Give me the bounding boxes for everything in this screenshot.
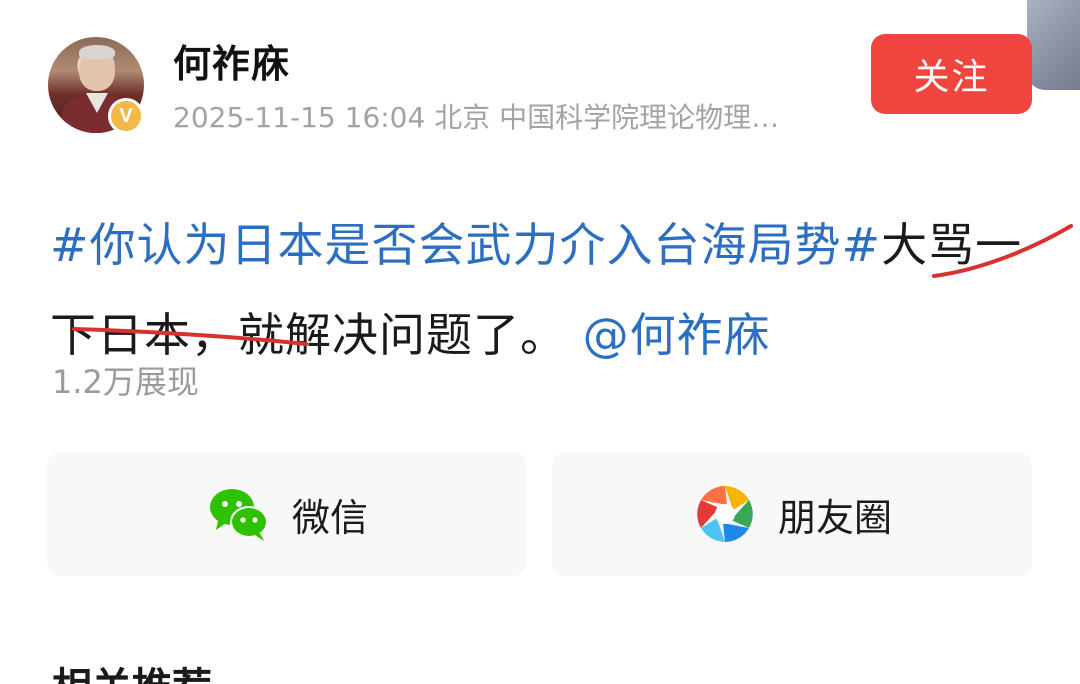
related-recommendations-heading: 相关推荐 [52,664,212,684]
share-wechat-button[interactable]: 微信 [47,452,527,576]
post-text: #你认为日本是否会武力介入台海局势#大骂一下日本，就解决问题了。 @何祚庥 [50,200,1040,380]
avatar-hair [79,45,115,59]
verified-icon: V [108,98,144,134]
share-moments-label: 朋友圈 [777,495,892,540]
overlay-shade [1027,0,1080,90]
weibo-post-page: V 何祚庥 2025-11-15 16:04 北京 中国科学院理论物理… 关注 … [0,0,1080,684]
moments-icon [692,481,758,547]
mention-link[interactable]: @何祚庥 [583,308,771,362]
view-count: 1.2万展现 [52,363,199,401]
post-meta: 2025-11-15 16:04 北京 中国科学院理论物理… [173,101,780,134]
topic-hashtag-link[interactable]: #你认为日本是否会武力介入台海局势# [50,218,881,272]
share-moments-button[interactable]: 朋友圈 [552,452,1032,576]
wechat-icon [206,481,272,547]
share-wechat-label: 微信 [291,495,368,540]
follow-button[interactable]: 关注 [871,34,1032,114]
username[interactable]: 何祚庥 [173,38,290,90]
